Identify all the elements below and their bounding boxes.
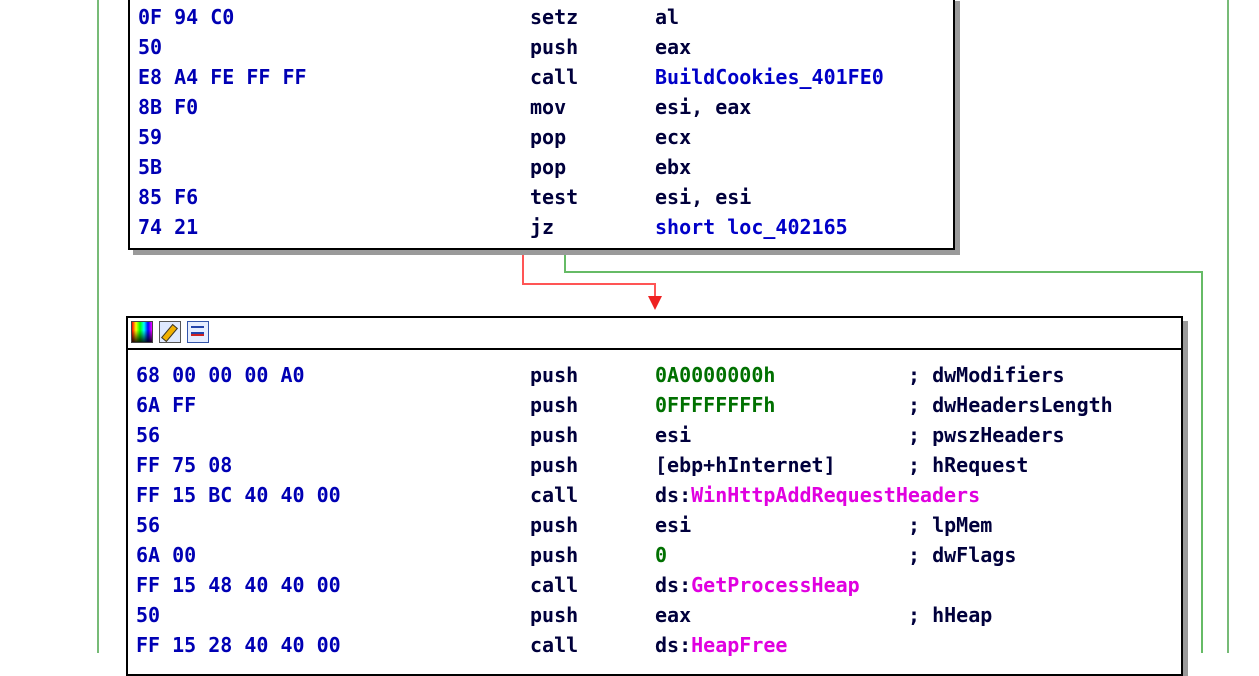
segment-prefix: ds: xyxy=(655,483,692,507)
instruction-operand: 0A0000000h xyxy=(655,363,776,387)
instruction-operand: eax xyxy=(655,603,692,627)
segment-prefix: ds: xyxy=(655,633,692,657)
instruction-bytes: 8B F0 xyxy=(138,95,199,119)
instruction-mnemonic: push xyxy=(530,423,579,447)
instruction-operand[interactable]: GetProcessHeap xyxy=(691,572,860,598)
instruction-mnemonic: setz xyxy=(530,5,579,29)
instruction-bytes: 59 xyxy=(138,125,163,149)
edge-jump-taken[interactable] xyxy=(522,250,656,305)
instruction-bytes: 56 xyxy=(136,513,161,537)
instruction-mnemonic: push xyxy=(530,543,579,567)
instruction-mnemonic: push xyxy=(530,453,579,477)
edge-arrowhead xyxy=(648,296,662,310)
instruction-mnemonic: push xyxy=(530,603,579,627)
instruction-bytes: FF 15 48 40 40 00 xyxy=(136,573,341,597)
instruction-operand: 0 xyxy=(655,543,668,567)
instruction-bytes: 6A 00 xyxy=(136,543,197,567)
instruction-operand: al xyxy=(655,5,680,29)
color-palette-icon[interactable] xyxy=(131,321,153,343)
instruction-mnemonic: pop xyxy=(530,155,567,179)
instruction-operand: [ebp+hInternet] xyxy=(655,453,836,477)
instruction-operand: ecx xyxy=(655,125,692,149)
instruction-operand: esi, esi xyxy=(655,185,752,209)
instruction-comment: ; dwModifiers xyxy=(908,363,1065,387)
instruction-operand[interactable]: BuildCookies_401FE0 xyxy=(655,64,884,90)
instruction-comment: ; hHeap xyxy=(908,603,993,627)
instruction-operand: esi xyxy=(655,423,692,447)
instruction-mnemonic: push xyxy=(530,35,579,59)
instruction-operand: 0FFFFFFFFh xyxy=(655,393,776,417)
instruction-bytes: 74 21 xyxy=(138,215,199,239)
graph-view-icon[interactable] xyxy=(187,321,209,343)
instruction-mnemonic: pop xyxy=(530,125,567,149)
instruction-mnemonic: push xyxy=(530,363,579,387)
instruction-comment: ; dwFlags xyxy=(908,543,1017,567)
instruction-comment: ; hRequest xyxy=(908,453,1029,477)
instruction-bytes: 85 F6 xyxy=(138,185,199,209)
instruction-bytes: FF 15 28 40 40 00 xyxy=(136,633,341,657)
instruction-operand: esi, eax xyxy=(655,95,752,119)
instruction-bytes: 50 xyxy=(136,603,161,627)
instruction-mnemonic: push xyxy=(530,513,579,537)
instruction-comment: ; pwszHeaders xyxy=(908,423,1065,447)
instruction-mnemonic: call xyxy=(530,65,579,89)
instruction-operand[interactable]: short loc_402165 xyxy=(655,214,848,240)
instruction-mnemonic: push xyxy=(530,393,579,417)
instruction-bytes: 50 xyxy=(138,35,163,59)
instruction-operand[interactable]: HeapFree xyxy=(691,632,787,658)
instruction-mnemonic: mov xyxy=(530,95,567,119)
instruction-bytes: 68 00 00 00 A0 xyxy=(136,363,305,387)
instruction-operand: eax xyxy=(655,35,692,59)
instruction-mnemonic: call xyxy=(530,483,579,507)
segment-prefix: ds: xyxy=(655,573,692,597)
instruction-bytes: 5B xyxy=(138,155,163,179)
instruction-operand[interactable]: WinHttpAddRequestHeaders xyxy=(691,482,980,508)
instruction-bytes: FF 75 08 xyxy=(136,453,233,477)
instruction-bytes: E8 A4 FE FF FF xyxy=(138,65,307,89)
instruction-operand: esi xyxy=(655,513,692,537)
basic-block-1[interactable]: 0F 94 C0 setz al 50 push eax E8 A4 FE FF FF cal… xyxy=(128,0,955,250)
instruction-bytes: 0F 94 C0 xyxy=(138,5,235,29)
instruction-mnemonic: test xyxy=(530,185,579,209)
instruction-operand: ebx xyxy=(655,155,692,179)
instruction-comment: ; lpMem xyxy=(908,513,993,537)
instruction-comment: ; dwHeadersLength xyxy=(908,393,1113,417)
rename-icon[interactable] xyxy=(159,321,181,343)
instruction-mnemonic: jz xyxy=(530,215,555,239)
instruction-mnemonic: call xyxy=(530,633,579,657)
block-toolbar xyxy=(128,318,1181,350)
instruction-bytes: FF 15 BC 40 40 00 xyxy=(136,483,341,507)
instruction-mnemonic: call xyxy=(530,573,579,597)
basic-block-2[interactable]: 68 00 00 00 A0 push 0A0000000h ; dwModifier… xyxy=(126,316,1183,676)
instruction-bytes: 6A FF xyxy=(136,393,197,417)
instruction-bytes: 56 xyxy=(136,423,161,447)
